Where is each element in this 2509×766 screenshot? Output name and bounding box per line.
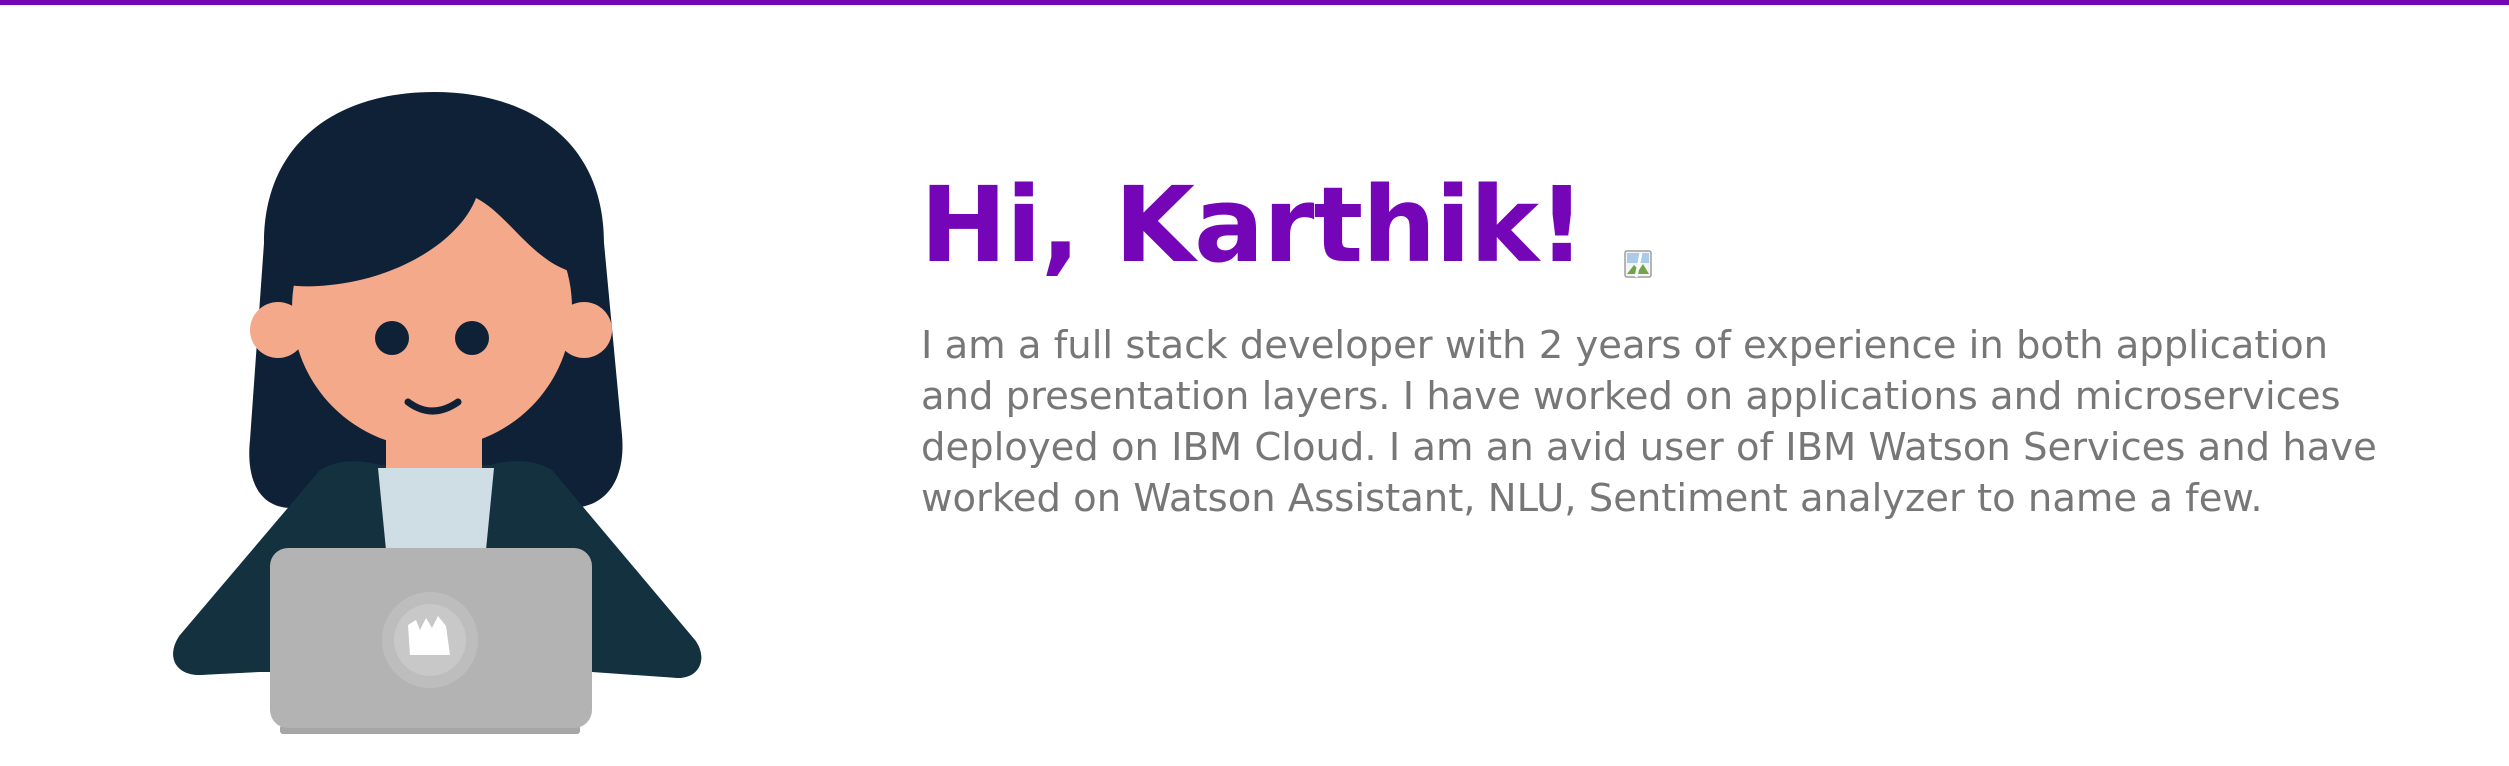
page-title: Hi, Karthik! bbox=[920, 164, 1585, 286]
top-accent-bar bbox=[0, 0, 2509, 5]
hero-heading-row: Hi, Karthik! bbox=[920, 160, 1653, 290]
developer-avatar-illustration bbox=[160, 80, 720, 740]
broken-image-icon bbox=[1624, 250, 1653, 278]
shirt bbox=[378, 468, 494, 550]
bio-paragraph: I am a full stack developer with 2 years… bbox=[921, 323, 2377, 521]
